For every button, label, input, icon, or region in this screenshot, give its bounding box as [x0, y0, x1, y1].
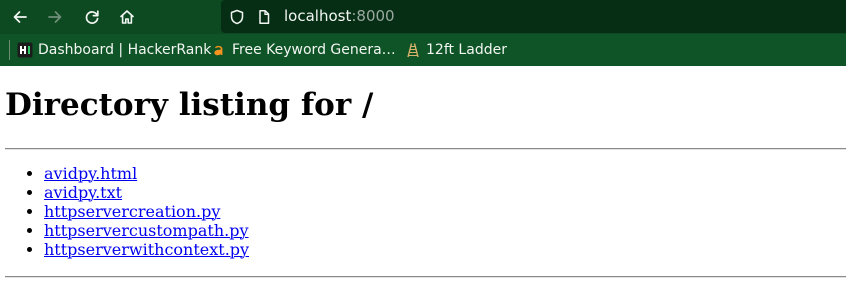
file-list: avidpy.html avidpy.txt httpservercreatio…	[0, 164, 249, 259]
url-host: localhost	[284, 7, 352, 25]
list-item: httpserverwithcontext.py	[44, 240, 249, 259]
bookmarks-separator	[9, 40, 10, 60]
list-item: avidpy.txt	[44, 183, 249, 202]
browser-chrome: localhost:8000 Dashboard | HackerRank Fr…	[0, 0, 846, 66]
browser-toolbar: localhost:8000	[0, 0, 846, 34]
bookmark-label: Dashboard | HackerRank	[38, 42, 212, 58]
bookmark-label: Free Keyword Genera…	[232, 42, 396, 58]
file-link[interactable]: httpservercustompath.py	[44, 221, 248, 240]
file-link[interactable]: avidpy.txt	[44, 183, 122, 202]
back-button[interactable]	[8, 5, 32, 29]
shield-icon[interactable]	[228, 8, 246, 26]
top-divider	[5, 148, 846, 150]
bottom-divider	[5, 276, 846, 278]
home-button[interactable]	[115, 5, 139, 29]
ladder-icon	[405, 42, 421, 58]
list-item: httpservercreation.py	[44, 202, 249, 221]
page-icon[interactable]	[255, 8, 273, 26]
page-title: Directory listing for /	[5, 87, 374, 123]
arrow-left-icon	[12, 9, 28, 25]
bookmark-label: 12ft Ladder	[426, 42, 507, 58]
bookmark-hackerrank[interactable]: Dashboard | HackerRank	[17, 34, 211, 66]
address-bar[interactable]: localhost:8000	[221, 0, 846, 33]
url-port: :8000	[351, 7, 395, 25]
bookmarks-bar: Dashboard | HackerRank Free Keyword Gene…	[0, 34, 846, 66]
page-content: Directory listing for / avidpy.html avid…	[0, 66, 846, 297]
hackerrank-icon	[17, 42, 33, 58]
file-link[interactable]: httpservercreation.py	[44, 202, 220, 221]
reload-icon	[84, 9, 100, 25]
url-text[interactable]: localhost:8000	[284, 7, 395, 26]
arrow-right-icon	[47, 9, 63, 25]
home-icon	[119, 9, 135, 25]
bookmark-12ft-ladder[interactable]: 12ft Ladder	[405, 34, 507, 66]
file-link[interactable]: httpserverwithcontext.py	[44, 240, 249, 259]
bookmark-keyword-generator[interactable]: Free Keyword Genera…	[211, 34, 396, 66]
list-item: avidpy.html	[44, 164, 249, 183]
reload-button[interactable]	[80, 5, 104, 29]
ahrefs-icon	[211, 42, 227, 58]
list-item: httpservercustompath.py	[44, 221, 249, 240]
forward-button[interactable]	[43, 5, 67, 29]
file-link[interactable]: avidpy.html	[44, 164, 137, 183]
